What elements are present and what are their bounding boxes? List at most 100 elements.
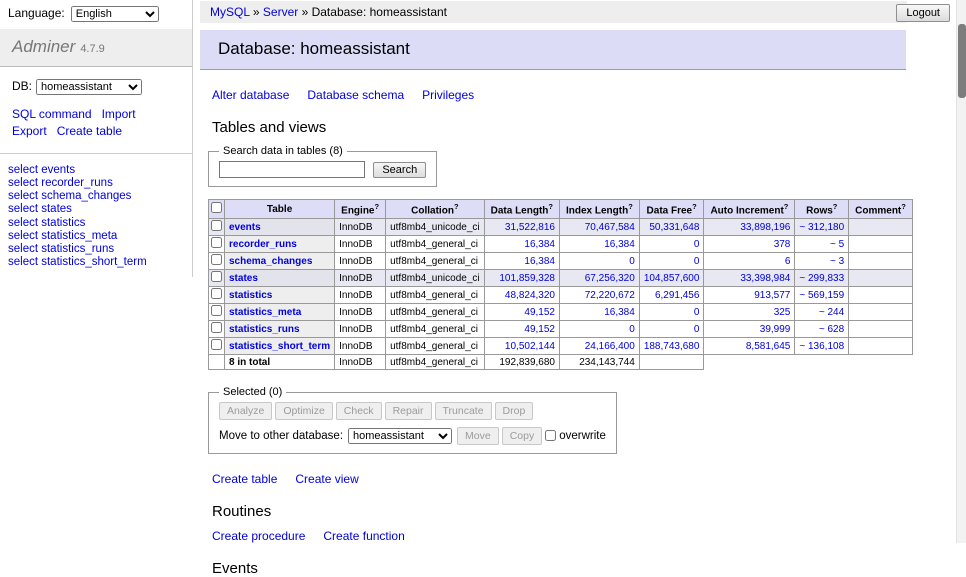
data-free-link[interactable]: 104,857,600 — [644, 273, 700, 284]
index-length-link[interactable]: 16,384 — [604, 239, 635, 250]
data-free-link[interactable]: 0 — [694, 307, 700, 318]
sidebar-link-create-table[interactable]: Create table — [57, 123, 122, 140]
sidebar-table-link-select-statistics[interactable]: select statistics — [8, 217, 85, 229]
auto-increment-link[interactable]: 6 — [785, 256, 791, 267]
rows-link[interactable]: ~ 5 — [830, 239, 844, 250]
data-length-link[interactable]: 10,502,144 — [505, 341, 555, 352]
table-link-states[interactable]: states — [229, 273, 258, 284]
search-button[interactable]: Search — [373, 162, 426, 178]
data-length-link[interactable]: 31,522,816 — [505, 222, 555, 233]
table-link-statistics-meta[interactable]: statistics_meta — [229, 307, 301, 318]
rows-link[interactable]: ~ 312,180 — [799, 222, 844, 233]
help-icon[interactable]: ? — [692, 202, 697, 211]
row-checkbox-statistics[interactable] — [211, 288, 222, 299]
table-link-schema-changes[interactable]: schema_changes — [229, 256, 312, 267]
index-length-link[interactable]: 16,384 — [604, 307, 635, 318]
table-link-statistics-runs[interactable]: statistics_runs — [229, 324, 300, 335]
logout-button[interactable]: Logout — [896, 4, 950, 22]
adminer-logo[interactable]: Adminer — [12, 37, 75, 56]
data-length-link[interactable]: 48,824,320 — [505, 290, 555, 301]
row-checkbox-recorder-runs[interactable] — [211, 237, 222, 248]
help-icon[interactable]: ? — [548, 202, 553, 211]
action-link-privileges[interactable]: Privileges — [422, 88, 474, 102]
sidebar-table-link-select-events[interactable]: select events — [8, 164, 75, 176]
language-select[interactable]: English — [71, 6, 159, 22]
index-length-link[interactable]: 0 — [629, 324, 635, 335]
row-checkbox-states[interactable] — [211, 271, 222, 282]
table-link-statistics-short-term[interactable]: statistics_short_term — [229, 341, 330, 352]
link-create-table[interactable]: Create table — [212, 472, 277, 486]
data-free-link[interactable]: 188,743,680 — [644, 341, 700, 352]
scrollbar-thumb[interactable] — [958, 24, 966, 98]
sidebar-table-link-select-recorder-runs[interactable]: select recorder_runs — [8, 177, 113, 189]
sidebar-link-sql-command[interactable]: SQL command — [12, 106, 92, 123]
rows-link[interactable]: ~ 136,108 — [799, 341, 844, 352]
help-icon[interactable]: ? — [375, 202, 380, 211]
db-select[interactable]: homeassistant — [36, 79, 142, 95]
select-all-checkbox[interactable] — [211, 202, 222, 213]
link-create-view[interactable]: Create view — [295, 472, 358, 486]
sidebar-link-export[interactable]: Export — [12, 123, 47, 140]
auto-increment-link[interactable]: 378 — [774, 239, 791, 250]
sidebar-table-link-select-schema-changes[interactable]: select schema_changes — [8, 190, 131, 202]
row-checkbox-statistics-runs[interactable] — [211, 322, 222, 333]
sidebar-table-link-select-statistics-runs[interactable]: select statistics_runs — [8, 243, 114, 255]
data-length-link[interactable]: 49,152 — [524, 307, 555, 318]
rows-link[interactable]: ~ 244 — [819, 307, 844, 318]
breadcrumb: MySQL » Server » Database: homeassistant — [200, 1, 907, 23]
index-length-link[interactable]: 72,220,672 — [585, 290, 635, 301]
link-create-procedure[interactable]: Create procedure — [212, 529, 305, 543]
cell-rows: ~ 244 — [795, 304, 849, 321]
data-free-link[interactable]: 0 — [694, 256, 700, 267]
help-icon[interactable]: ? — [784, 202, 789, 211]
rows-link[interactable]: ~ 3 — [830, 256, 844, 267]
auto-increment-link[interactable]: 33,898,196 — [740, 222, 790, 233]
auto-increment-link[interactable]: 325 — [774, 307, 791, 318]
sidebar-table-link-select-statistics-short-term[interactable]: select statistics_short_term — [8, 256, 147, 268]
data-free-link[interactable]: 0 — [694, 324, 700, 335]
breadcrumb-link-mysql[interactable]: MySQL — [210, 5, 250, 19]
scrollbar[interactable] — [956, 0, 966, 543]
index-length-link[interactable]: 24,166,400 — [585, 341, 635, 352]
action-link-alter-database[interactable]: Alter database — [212, 88, 289, 102]
index-length-link[interactable]: 67,256,320 — [585, 273, 635, 284]
row-checkbox-events[interactable] — [211, 220, 222, 231]
row-checkbox-statistics-meta[interactable] — [211, 305, 222, 316]
sidebar-link-import[interactable]: Import — [102, 106, 136, 123]
data-free-link[interactable]: 50,331,648 — [649, 222, 699, 233]
breadcrumb-link-server[interactable]: Server — [263, 5, 298, 19]
rows-link[interactable]: ~ 628 — [819, 324, 844, 335]
table-link-events[interactable]: events — [229, 222, 261, 233]
data-free-link[interactable]: 6,291,456 — [655, 290, 700, 301]
auto-increment-link[interactable]: 913,577 — [754, 290, 790, 301]
auto-increment-link[interactable]: 8,581,645 — [746, 341, 791, 352]
rows-link[interactable]: ~ 569,159 — [799, 290, 844, 301]
table-link-statistics[interactable]: statistics — [229, 290, 272, 301]
column-header-engine: Engine? — [335, 200, 386, 219]
row-checkbox-schema-changes[interactable] — [211, 254, 222, 265]
data-length-link[interactable]: 49,152 — [524, 324, 555, 335]
auto-increment-link[interactable]: 33,398,984 — [740, 273, 790, 284]
action-link-database-schema[interactable]: Database schema — [307, 88, 404, 102]
data-length-link[interactable]: 16,384 — [524, 256, 555, 267]
index-length-link[interactable]: 0 — [629, 256, 635, 267]
cell-table-name: recorder_runs — [225, 236, 335, 253]
search-input[interactable] — [219, 161, 365, 178]
link-create-function[interactable]: Create function — [323, 529, 404, 543]
data-length-link[interactable]: 16,384 — [524, 239, 555, 250]
table-link-recorder-runs[interactable]: recorder_runs — [229, 239, 297, 250]
help-icon[interactable]: ? — [454, 202, 459, 211]
data-free-link[interactable]: 0 — [694, 239, 700, 250]
row-checkbox-statistics-short-term[interactable] — [211, 339, 222, 350]
sidebar-table-link-select-states[interactable]: select states — [8, 203, 72, 215]
help-icon[interactable]: ? — [833, 202, 838, 211]
rows-link[interactable]: ~ 299,833 — [799, 273, 844, 284]
auto-increment-link[interactable]: 39,999 — [760, 324, 791, 335]
move-db-select[interactable]: homeassistant — [348, 428, 452, 444]
help-icon[interactable]: ? — [628, 202, 633, 211]
data-length-link[interactable]: 101,859,328 — [499, 273, 555, 284]
overwrite-checkbox[interactable] — [545, 430, 556, 441]
index-length-link[interactable]: 70,467,584 — [585, 222, 635, 233]
sidebar-table-link-select-statistics-meta[interactable]: select statistics_meta — [8, 230, 117, 242]
help-icon[interactable]: ? — [901, 202, 906, 211]
